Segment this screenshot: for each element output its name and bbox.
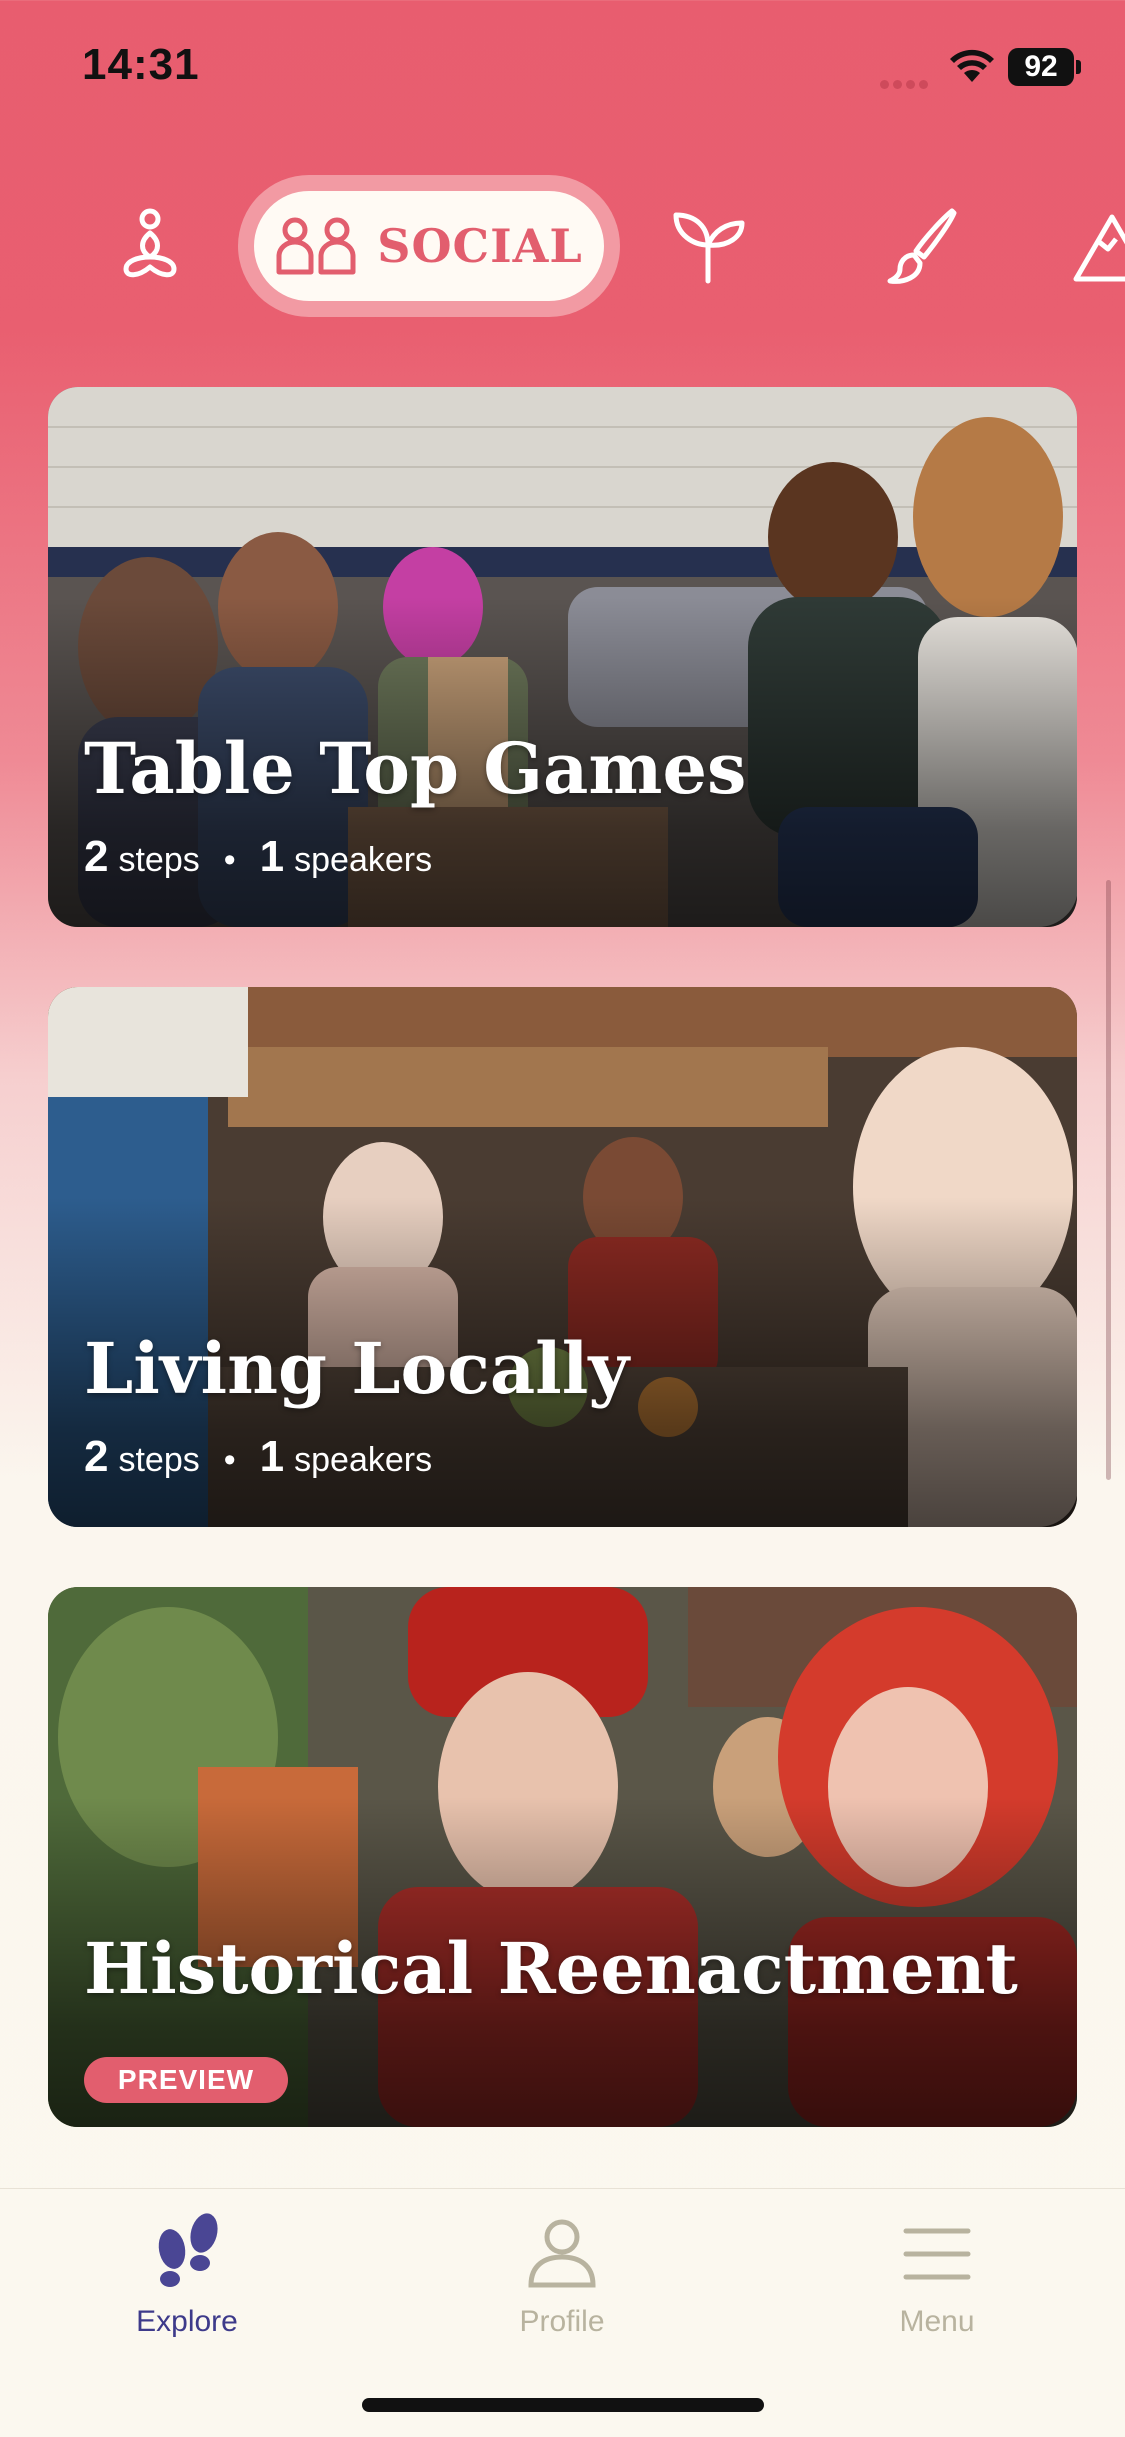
steps-label: steps bbox=[118, 1441, 200, 1479]
course-card-historical-reenactment[interactable]: Historical Reenactment PREVIEW bbox=[48, 1587, 1077, 2127]
hamburger-menu-icon bbox=[903, 2228, 971, 2280]
person-icon bbox=[528, 2219, 596, 2288]
battery-cap bbox=[1076, 60, 1081, 74]
home-indicator[interactable] bbox=[362, 2398, 764, 2412]
steps-count: 2 bbox=[84, 832, 109, 881]
speakers-label: speakers bbox=[294, 841, 433, 879]
mountain-icon[interactable] bbox=[1072, 205, 1125, 285]
people-icon bbox=[276, 217, 356, 275]
lotus-icon[interactable] bbox=[110, 205, 190, 285]
course-card-living-locally[interactable]: Living Locally 2 steps • 1 speakers bbox=[48, 987, 1077, 1527]
meta-separator: • bbox=[223, 1441, 236, 1479]
tab-profile[interactable]: Profile bbox=[412, 2209, 712, 2359]
speakers-count: 1 bbox=[259, 832, 285, 881]
sprout-icon[interactable] bbox=[668, 205, 748, 285]
course-card-table-top-games[interactable]: Table Top Games 2 steps • 1 speakers bbox=[48, 387, 1077, 927]
status-time: 14:31 bbox=[82, 40, 200, 89]
battery-icon: 92 bbox=[1008, 48, 1074, 86]
steps-count: 2 bbox=[84, 1432, 109, 1481]
card-meta: 2 steps • 1 speakers bbox=[84, 1432, 432, 1482]
wifi-icon bbox=[950, 49, 994, 82]
tab-explore[interactable]: Explore bbox=[37, 2209, 337, 2359]
card-title: Living Locally bbox=[84, 1327, 630, 1410]
social-pill-inner: SOCIAL bbox=[254, 191, 604, 301]
speakers-label: speakers bbox=[294, 1441, 433, 1479]
steps-label: steps bbox=[118, 841, 200, 879]
category-tab-social[interactable]: SOCIAL bbox=[238, 175, 620, 317]
brush-icon[interactable] bbox=[880, 205, 960, 285]
speakers-count: 1 bbox=[259, 1432, 285, 1481]
preview-badge: PREVIEW bbox=[84, 2057, 288, 2103]
card-title: Historical Reenactment bbox=[84, 1927, 1018, 2010]
cellular-signal-icon bbox=[880, 76, 934, 89]
status-bar: 14:31 92 bbox=[0, 0, 1125, 140]
tab-menu[interactable]: Menu bbox=[787, 2209, 1087, 2359]
tab-profile-label: Profile bbox=[519, 2305, 605, 2338]
tab-explore-label: Explore bbox=[136, 2305, 238, 2338]
card-title: Table Top Games bbox=[84, 727, 747, 810]
category-tab-social-label: SOCIAL bbox=[377, 219, 583, 273]
category-selector: SOCIAL bbox=[0, 175, 1125, 317]
scrollbar[interactable] bbox=[1106, 880, 1111, 1480]
card-meta: 2 steps • 1 speakers bbox=[84, 832, 432, 882]
footsteps-icon bbox=[158, 2213, 218, 2287]
tab-menu-label: Menu bbox=[899, 2305, 975, 2338]
meta-separator: • bbox=[223, 841, 236, 879]
